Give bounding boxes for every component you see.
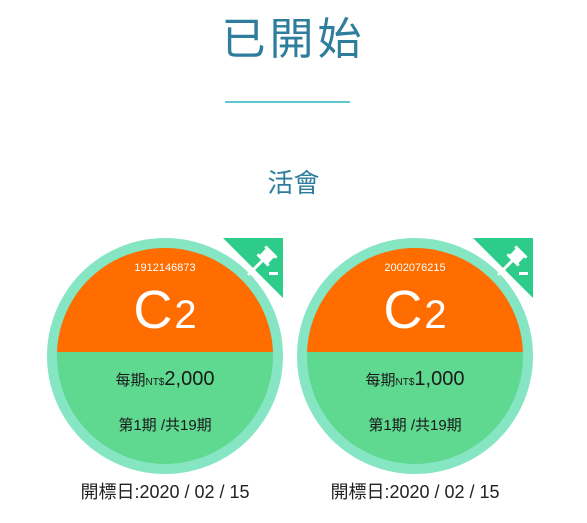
amount-unit: NT$: [395, 377, 415, 388]
amount-label: 每期: [365, 372, 396, 389]
card-code-letter: C: [133, 280, 173, 340]
bid-date: 開標日:2020 / 02 / 15: [80, 482, 250, 502]
title-divider: [225, 101, 350, 103]
card-header: 2002076215 C2: [307, 248, 523, 352]
card-header: 1912146873 C2: [57, 248, 273, 352]
card-code-letter: C: [383, 280, 423, 340]
card-code: C2: [307, 280, 523, 354]
card-serial: 1912146873: [134, 262, 196, 274]
group-card[interactable]: 2002076215 C2 每期NT$1,000 第1期 /共19期: [297, 238, 533, 474]
card-code-number: 2: [424, 293, 447, 337]
gavel-icon: [497, 245, 528, 276]
amount-unit: NT$: [145, 377, 165, 388]
card-amount: 每期NT$1,000: [307, 368, 523, 391]
card-amount: 每期NT$2,000: [57, 368, 273, 391]
amount-value: 2,000: [164, 368, 215, 390]
card-disc: 2002076215 C2 每期NT$1,000 第1期 /共19期: [307, 248, 523, 464]
page-title: 已開始: [221, 14, 366, 65]
card-code-number: 2: [174, 293, 197, 337]
gavel-icon: [247, 245, 278, 276]
card-period: 第1期 /共19期: [118, 417, 212, 434]
group-card[interactable]: 1912146873 C2 每期NT$2,000 第1期 /共19期: [47, 238, 283, 474]
card-disc: 1912146873 C2 每期NT$2,000 第1期 /共19期: [57, 248, 273, 464]
section-title: 活會: [267, 169, 320, 199]
amount-value: 1,000: [414, 368, 465, 390]
card-serial: 2002076215: [384, 262, 446, 274]
bid-date: 開標日:2020 / 02 / 15: [330, 482, 500, 502]
amount-label: 每期: [115, 372, 146, 389]
card-code: C2: [57, 280, 273, 354]
card-period: 第1期 /共19期: [368, 417, 462, 434]
